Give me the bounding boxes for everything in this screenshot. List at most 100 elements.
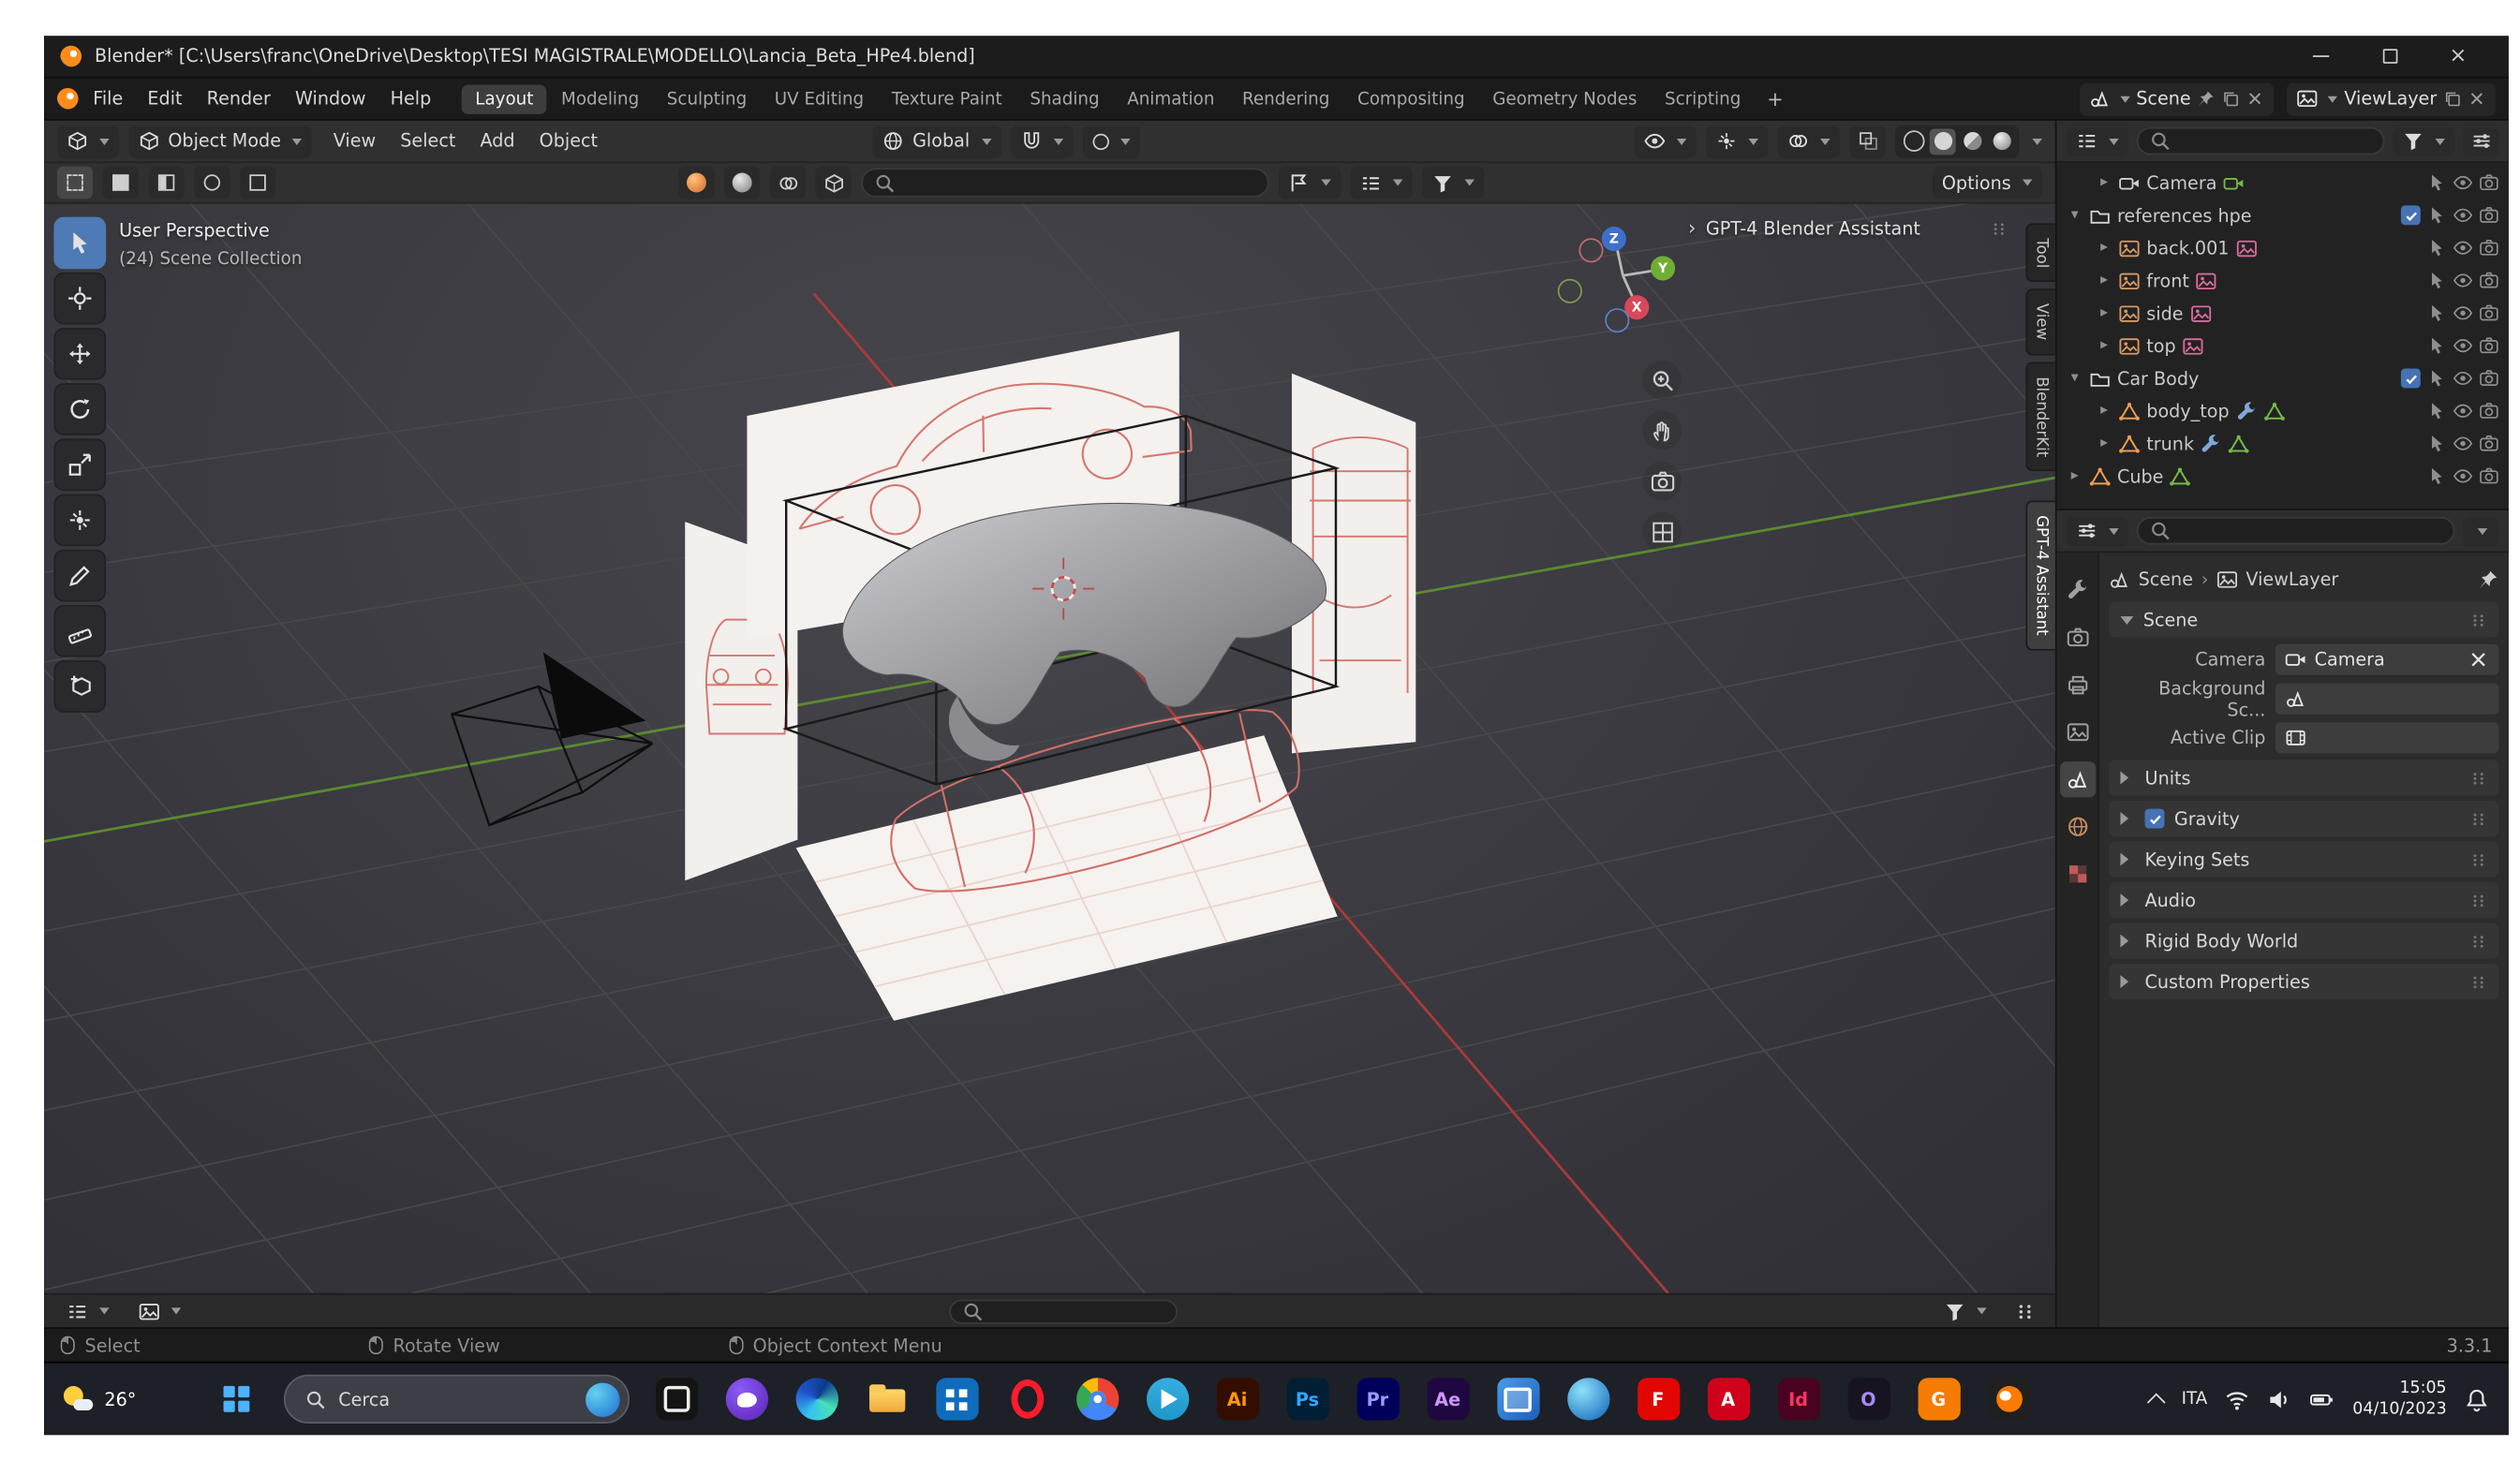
workspace-tab[interactable]: Layout — [462, 84, 546, 113]
hide-in-render-toggle[interactable] — [2479, 205, 2498, 225]
outliner-item[interactable]: ▾ Car Body — [2057, 362, 2509, 395]
expand-arrow-icon[interactable]: ▸ — [2067, 468, 2083, 484]
app-chrome[interactable] — [1075, 1378, 1118, 1420]
workspace-tab[interactable]: Geometry Nodes — [1479, 84, 1650, 113]
outliner-item[interactable]: ▸ Camera — [2057, 167, 2509, 199]
workspace-tab[interactable]: Compositing — [1344, 84, 1477, 113]
strip-filter-button[interactable] — [1934, 1298, 1996, 1324]
tab-world[interactable] — [2059, 809, 2095, 845]
gray-sphere-button[interactable] — [724, 167, 760, 199]
workspace-tab[interactable]: Modeling — [548, 84, 652, 113]
language-indicator[interactable]: ITA — [2182, 1389, 2208, 1409]
outliner-item-label[interactable]: side — [2146, 303, 2183, 324]
camera-view-button[interactable] — [1642, 462, 1682, 501]
options-dropdown[interactable]: Options — [1932, 167, 2041, 199]
drag-dots-icon[interactable] — [2469, 611, 2487, 628]
editor-type-button[interactable] — [2067, 516, 2128, 545]
outliner-item-label[interactable]: references hpe — [2117, 205, 2252, 227]
tool-scale-button[interactable] — [53, 438, 106, 491]
collection-checkbox[interactable] — [2401, 368, 2421, 388]
snapping-toggle[interactable] — [1011, 125, 1073, 157]
hide-in-viewport-toggle[interactable] — [2453, 368, 2473, 388]
outliner-item[interactable]: ▾ references hpe — [2057, 199, 2509, 231]
overlap-circles-button[interactable] — [770, 167, 806, 199]
expand-arrow-icon[interactable]: ▸ — [2096, 174, 2112, 190]
menu-item[interactable]: Edit — [136, 85, 193, 113]
camera-object[interactable] — [452, 652, 652, 825]
breadcrumb-scene[interactable]: Scene — [2139, 568, 2193, 590]
selectable-toggle[interactable] — [2427, 466, 2447, 486]
tab-scene[interactable] — [2059, 761, 2095, 797]
app-gom[interactable]: G — [1918, 1378, 1960, 1420]
shading-rendered-button[interactable] — [1988, 128, 2014, 155]
strip-options-button[interactable] — [2007, 1298, 2042, 1324]
hide-in-viewport-toggle[interactable] — [2453, 434, 2473, 453]
properties-panel-header[interactable]: Gravity — [2109, 801, 2498, 836]
hide-in-render-toggle[interactable] — [2479, 173, 2498, 193]
maximize-button[interactable] — [2355, 36, 2424, 77]
hide-in-viewport-toggle[interactable] — [2453, 205, 2473, 225]
drag-dots-icon[interactable] — [2469, 892, 2487, 909]
tool-cursor-button[interactable] — [53, 273, 106, 325]
gizmo-y-axis[interactable]: Y — [1651, 256, 1675, 280]
active-clip-field[interactable] — [2275, 722, 2499, 753]
hide-in-render-toggle[interactable] — [2479, 238, 2498, 258]
outliner-item[interactable]: ▸ body_top — [2057, 394, 2509, 427]
hide-in-viewport-toggle[interactable] — [2453, 466, 2473, 486]
properties-panel-header[interactable]: Custom Properties — [2109, 964, 2498, 999]
selectable-toggle[interactable] — [2427, 434, 2447, 453]
outliner-item-label[interactable]: front — [2146, 270, 2189, 291]
mode-selector[interactable]: Object Mode — [129, 125, 313, 157]
hide-in-render-toggle[interactable] — [2479, 434, 2498, 453]
expand-arrow-icon[interactable]: ▸ — [2096, 273, 2112, 288]
expand-arrow-icon[interactable]: ▸ — [2096, 403, 2112, 419]
menu-item[interactable]: Window — [284, 85, 378, 113]
collection-checkbox[interactable] — [2401, 205, 2421, 225]
properties-search-field[interactable] — [2137, 517, 2455, 545]
new-scene-icon[interactable] — [2222, 90, 2240, 108]
selectable-toggle[interactable] — [2427, 401, 2447, 421]
tray-chevron-up-icon[interactable] — [2148, 1393, 2167, 1411]
drag-dots-icon[interactable] — [2469, 973, 2487, 991]
shading-dropdown-caret[interactable] — [2032, 138, 2041, 144]
selectable-toggle[interactable] — [2427, 238, 2447, 258]
outliner-item[interactable]: ▸ trunk — [2057, 427, 2509, 460]
battery-icon[interactable] — [2310, 1387, 2335, 1411]
3d-viewport[interactable]: User Perspective (24) Scene Collection — [44, 204, 2055, 1293]
gizmo-negative-y-axis[interactable] — [1558, 279, 1582, 303]
gizmo-negative-z-axis[interactable] — [1605, 308, 1629, 332]
tool-rotate-button[interactable] — [53, 383, 106, 435]
start-button[interactable] — [211, 1375, 259, 1424]
cube-display-button[interactable] — [816, 167, 852, 199]
outliner-item-label[interactable]: trunk — [2146, 433, 2194, 454]
zoom-button[interactable] — [1642, 361, 1682, 400]
workspace-tab[interactable]: Rendering — [1229, 84, 1342, 113]
outliner-item-label[interactable]: Camera — [2146, 172, 2216, 194]
gizmo-z-axis[interactable]: Z — [1602, 227, 1626, 251]
drag-dots-icon[interactable] — [2469, 809, 2487, 827]
xray-toggle[interactable] — [1849, 125, 1885, 157]
hide-in-viewport-toggle[interactable] — [2453, 173, 2473, 193]
viewport-menu-item[interactable]: Object — [527, 127, 609, 155]
scene-selector[interactable]: Scene — [2079, 82, 2274, 115]
properties-panel-header[interactable]: Rigid Body World — [2109, 922, 2498, 958]
app-opera[interactable] — [1005, 1378, 1047, 1420]
tab-render[interactable] — [2059, 620, 2095, 656]
hide-in-render-toggle[interactable] — [2479, 466, 2498, 486]
shading-wireframe-button[interactable] — [1900, 128, 1926, 155]
app-photos[interactable] — [655, 1378, 697, 1420]
editor-type-button[interactable] — [57, 1298, 119, 1324]
outliner-filter-button[interactable] — [2393, 126, 2454, 155]
outliner-search-field[interactable] — [2137, 127, 2385, 155]
outliner-item-label[interactable]: top — [2146, 335, 2175, 357]
expand-arrow-icon[interactable]: ▸ — [2096, 240, 2112, 256]
outliner-item[interactable]: ▸ Cube — [2057, 460, 2509, 493]
wifi-icon[interactable] — [2225, 1387, 2249, 1411]
filter-button[interactable] — [1422, 167, 1484, 199]
app-store[interactable] — [936, 1378, 978, 1420]
tool-move-button[interactable] — [53, 328, 106, 380]
unlink-scene-icon[interactable] — [2246, 90, 2264, 108]
transform-orientation-selector[interactable]: Global — [873, 125, 1001, 157]
shading-material-button[interactable] — [1959, 128, 1985, 155]
sidebar-tab[interactable]: Tool — [2025, 224, 2054, 283]
